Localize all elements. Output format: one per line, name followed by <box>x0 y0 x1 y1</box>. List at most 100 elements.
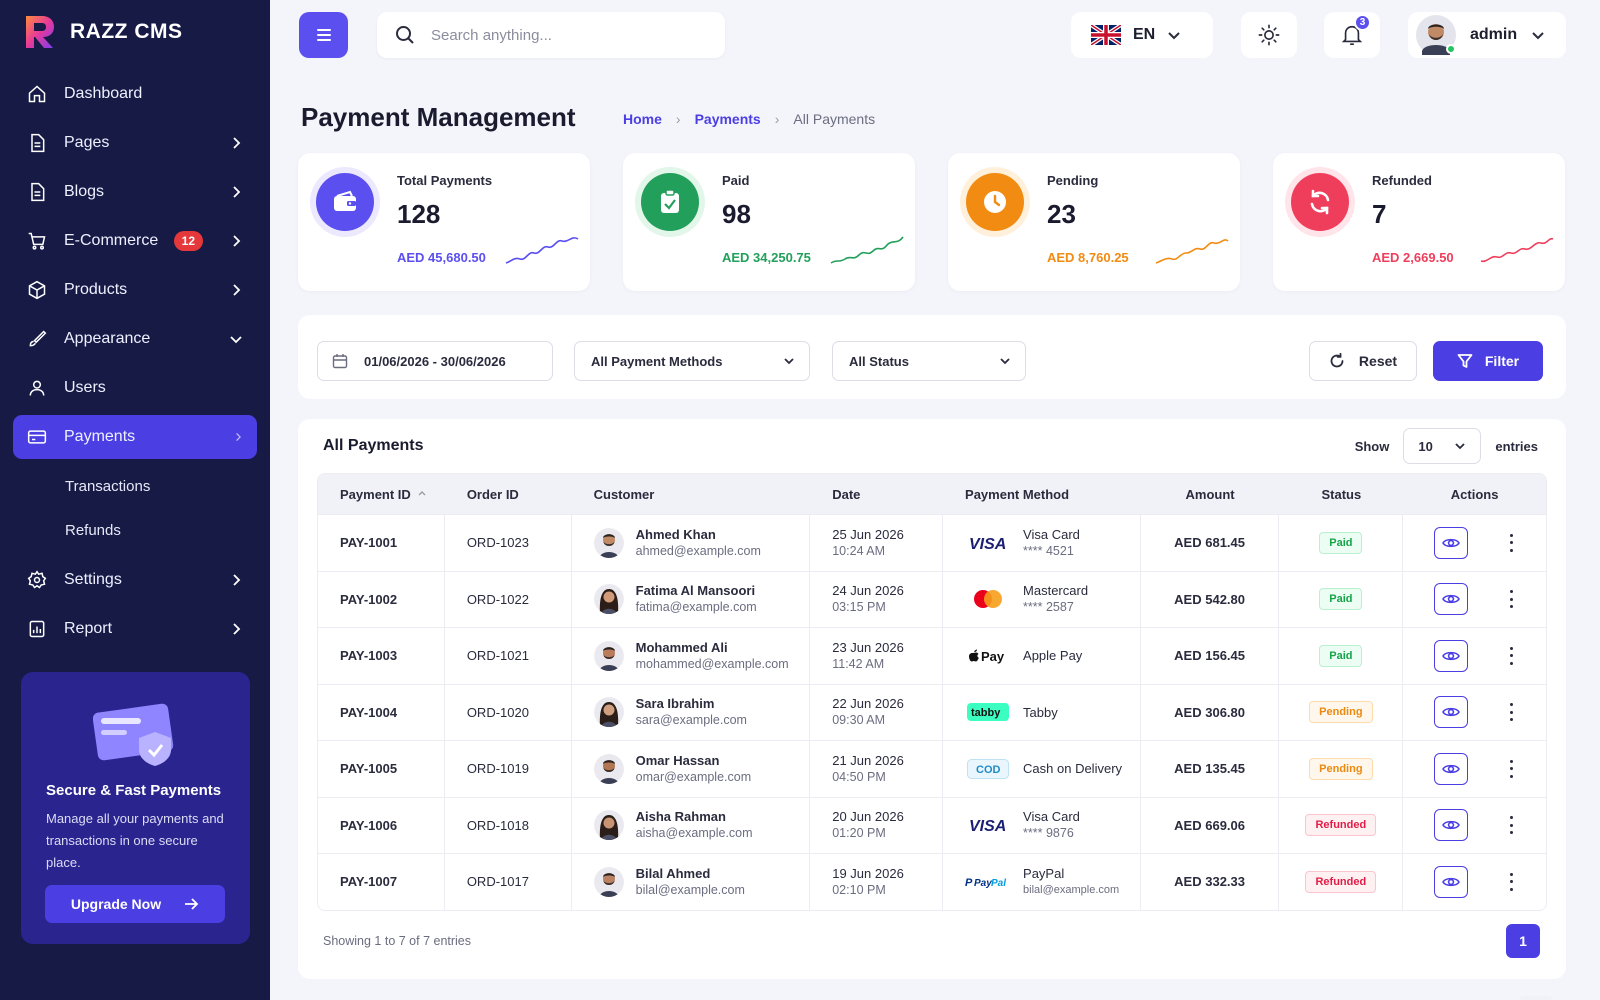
order-id-cell: ORD-1017 <box>445 854 572 910</box>
mastercard-logo-icon <box>965 587 1011 611</box>
table-row[interactable]: PAY-1001 ORD-1023 Ahmed Khan ahmed@examp… <box>318 514 1546 571</box>
chevron-down-icon <box>230 336 242 344</box>
status-cell: Pending <box>1279 684 1404 740</box>
view-button[interactable] <box>1433 865 1468 898</box>
sidebar-item-settings[interactable]: Settings <box>13 558 257 602</box>
status-cell: Pending <box>1279 741 1404 797</box>
column-header-payment-id[interactable]: Payment ID <box>318 474 445 514</box>
stat-value: 98 <box>722 199 751 229</box>
more-options-icon[interactable] <box>1508 759 1516 778</box>
report-icon <box>26 618 48 640</box>
more-options-icon[interactable] <box>1508 872 1516 891</box>
view-button[interactable] <box>1433 639 1468 672</box>
sidebar-item-report[interactable]: Report <box>13 607 257 651</box>
payment-method-cell: VISA Visa Card **** 4521 <box>943 515 1141 571</box>
sidebar-item-dashboard[interactable]: Dashboard <box>13 72 257 116</box>
upgrade-button[interactable]: Upgrade Now <box>45 885 225 923</box>
svg-text:VISA: VISA <box>969 536 1006 551</box>
avatar <box>593 810 624 841</box>
view-button[interactable] <box>1433 752 1468 785</box>
payment-method-name: Mastercard <box>1023 583 1089 599</box>
brush-icon <box>26 328 48 350</box>
sidebar-item-payments[interactable]: Payments <box>13 415 257 459</box>
customer: Mohammed Ali mohammed@example.com <box>593 639 789 673</box>
more-options-icon[interactable] <box>1508 590 1516 609</box>
payment-method-detail: **** 2587 <box>1023 600 1074 615</box>
status-cell: Refunded <box>1279 797 1404 853</box>
customer-name: Mohammed Ali <box>635 639 728 655</box>
view-button[interactable] <box>1433 583 1468 616</box>
sidebar-item-products[interactable]: Products <box>13 268 257 312</box>
breadcrumb-payments[interactable]: Payments <box>695 111 761 127</box>
user-menu[interactable]: admin <box>1408 12 1566 58</box>
order-id-cell: ORD-1021 <box>445 628 572 684</box>
payment-time: 04:50 PM <box>832 769 886 784</box>
breadcrumb-home[interactable]: Home <box>623 111 662 127</box>
column-header-customer[interactable]: Customer <box>572 474 811 514</box>
sidebar-item-pages[interactable]: Pages <box>13 121 257 165</box>
customer: Omar Hassan omar@example.com <box>593 752 751 786</box>
stat-value: 128 <box>397 199 441 229</box>
eye-icon <box>1441 538 1460 547</box>
filter-button[interactable]: Filter <box>1433 341 1543 381</box>
column-header-amount[interactable]: Amount <box>1141 474 1280 514</box>
table-row[interactable]: PAY-1002 ORD-1022 Fatima Al Mansoori fat… <box>318 570 1546 628</box>
table-row[interactable]: PAY-1005 ORD-1019 Omar Hassan omar@examp… <box>318 740 1546 797</box>
visa-logo-icon: VISA <box>965 531 1011 555</box>
column-header-status[interactable]: Status <box>1279 474 1403 514</box>
payment-method-cell: P Pay Pal PayPal bilal@example.com <box>943 854 1141 910</box>
table-row[interactable]: PAY-1007 ORD-1017 Bilal Ahmed bilal@exam… <box>318 853 1546 910</box>
notifications-button[interactable]: 3 <box>1324 12 1380 58</box>
payment-date: 23 Jun 2026 <box>832 639 904 655</box>
customer-email: fatima@example.com <box>635 600 757 615</box>
sidebar-subitem-refunds[interactable]: Refunds <box>13 508 257 552</box>
payment-method-info: Mastercard **** 2587 <box>1023 582 1088 616</box>
notification-count-badge: 3 <box>1354 14 1371 31</box>
sidebar-item-blogs[interactable]: Blogs <box>13 170 257 214</box>
uk-flag-icon <box>1091 25 1121 45</box>
view-button[interactable] <box>1433 696 1468 729</box>
table-row[interactable]: PAY-1006 ORD-1018 Aisha Rahman aisha@exa… <box>318 796 1546 853</box>
search-input[interactable] <box>431 26 691 44</box>
sidebar-item-users[interactable]: Users <box>13 366 257 410</box>
column-header-payment-method[interactable]: Payment Method <box>943 474 1141 514</box>
sidebar-subitem-transactions[interactable]: Transactions <box>13 464 257 508</box>
sidebar-item-label: E-Commerce <box>64 232 159 249</box>
status-badge: Pending <box>1309 757 1373 780</box>
table-title: All Payments <box>323 437 424 454</box>
view-button[interactable] <box>1433 809 1468 842</box>
language-selector[interactable]: EN <box>1071 12 1213 58</box>
date-cell: 22 Jun 2026 09:30 AM <box>810 684 944 740</box>
table-row[interactable]: PAY-1004 ORD-1020 Sara Ibrahim sara@exam… <box>318 683 1546 740</box>
status-select[interactable]: All Status <box>832 341 1026 381</box>
stat-label: Paid <box>722 173 750 188</box>
sidebar-item-ecommerce[interactable]: E-Commerce 12 <box>13 219 257 263</box>
more-options-icon[interactable] <box>1508 816 1516 835</box>
refresh-icon <box>1291 173 1349 231</box>
sidebar: RAZZ CMS Dashboard Pages Blogs E-Commerc… <box>0 0 270 1000</box>
page-size-select[interactable]: 10 <box>1403 428 1482 464</box>
more-options-icon[interactable] <box>1508 646 1516 665</box>
next-page-button[interactable]: › <box>1519 996 1553 1000</box>
column-header-order-id[interactable]: Order ID <box>445 474 572 514</box>
theme-toggle-button[interactable] <box>1241 12 1297 58</box>
table-row[interactable]: PAY-1003 ORD-1021 Mohammed Ali mohammed@… <box>318 627 1546 684</box>
payment-method-select[interactable]: All Payment Methods <box>574 341 810 381</box>
reset-button[interactable]: Reset <box>1309 341 1417 381</box>
sparkline-chart <box>1155 239 1229 264</box>
customer-info: Ahmed Khan ahmed@example.com <box>636 526 761 560</box>
more-options-icon[interactable] <box>1508 703 1516 722</box>
more-options-icon[interactable] <box>1508 533 1516 552</box>
column-header-date[interactable]: Date <box>810 474 943 514</box>
date-range-picker[interactable]: 01/06/2026 - 30/06/2026 <box>317 341 553 381</box>
menu-icon <box>316 29 331 41</box>
sidebar-item-appearance[interactable]: Appearance <box>13 317 257 361</box>
payment-method: Mastercard **** 2587 <box>965 582 1088 616</box>
page-button[interactable]: 1 <box>1506 924 1540 958</box>
actions-cell <box>1403 572 1546 628</box>
brand[interactable]: RAZZ CMS <box>22 14 183 50</box>
payment-date: 21 Jun 2026 <box>832 752 904 768</box>
stat-value: 7 <box>1372 199 1387 229</box>
menu-toggle-button[interactable] <box>299 12 348 58</box>
view-button[interactable] <box>1433 526 1468 559</box>
